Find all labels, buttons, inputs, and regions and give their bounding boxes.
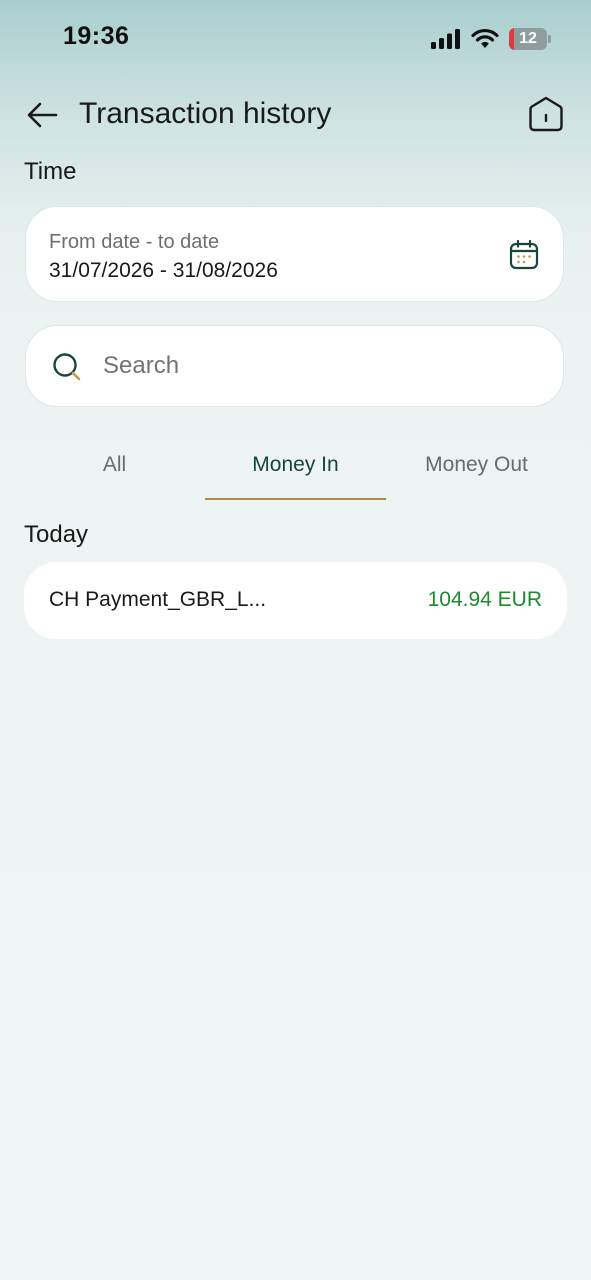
- header: Transaction history: [0, 88, 591, 144]
- search-box: [25, 325, 564, 407]
- date-range-value: 31/07/2026 - 31/08/2026: [49, 259, 278, 282]
- signal-icon: [431, 29, 460, 49]
- tab-all[interactable]: All: [24, 440, 205, 500]
- home-icon[interactable]: [526, 94, 566, 134]
- transaction-row[interactable]: CH Payment_GBR_L... 104.94 EUR: [24, 562, 567, 639]
- tab-money-in[interactable]: Money In: [205, 440, 386, 500]
- arrow-left-icon[interactable]: [24, 98, 62, 132]
- time-label: Time: [24, 158, 77, 185]
- wifi-icon: [471, 28, 499, 48]
- status-time: 19:36: [63, 22, 130, 50]
- battery-level: 12: [519, 30, 537, 47]
- date-range-picker[interactable]: From date - to date 31/07/2026 - 31/08/2…: [25, 206, 564, 302]
- date-range-placeholder: From date - to date: [49, 231, 220, 253]
- tab-money-out[interactable]: Money Out: [386, 440, 567, 500]
- status-bar: 19:36 12: [0, 0, 591, 80]
- transaction-name: CH Payment_GBR_L...: [49, 588, 267, 611]
- search-input[interactable]: [103, 344, 533, 388]
- calendar-icon[interactable]: [508, 239, 540, 271]
- search-icon: [53, 353, 81, 381]
- date-group-label: Today: [24, 521, 89, 548]
- transaction-tabs: All Money In Money Out: [24, 440, 567, 502]
- active-tab-indicator: [205, 498, 386, 500]
- battery-icon: 12: [509, 28, 551, 50]
- page-title: Transaction history: [79, 97, 332, 130]
- transaction-amount: 104.94 EUR: [427, 588, 542, 611]
